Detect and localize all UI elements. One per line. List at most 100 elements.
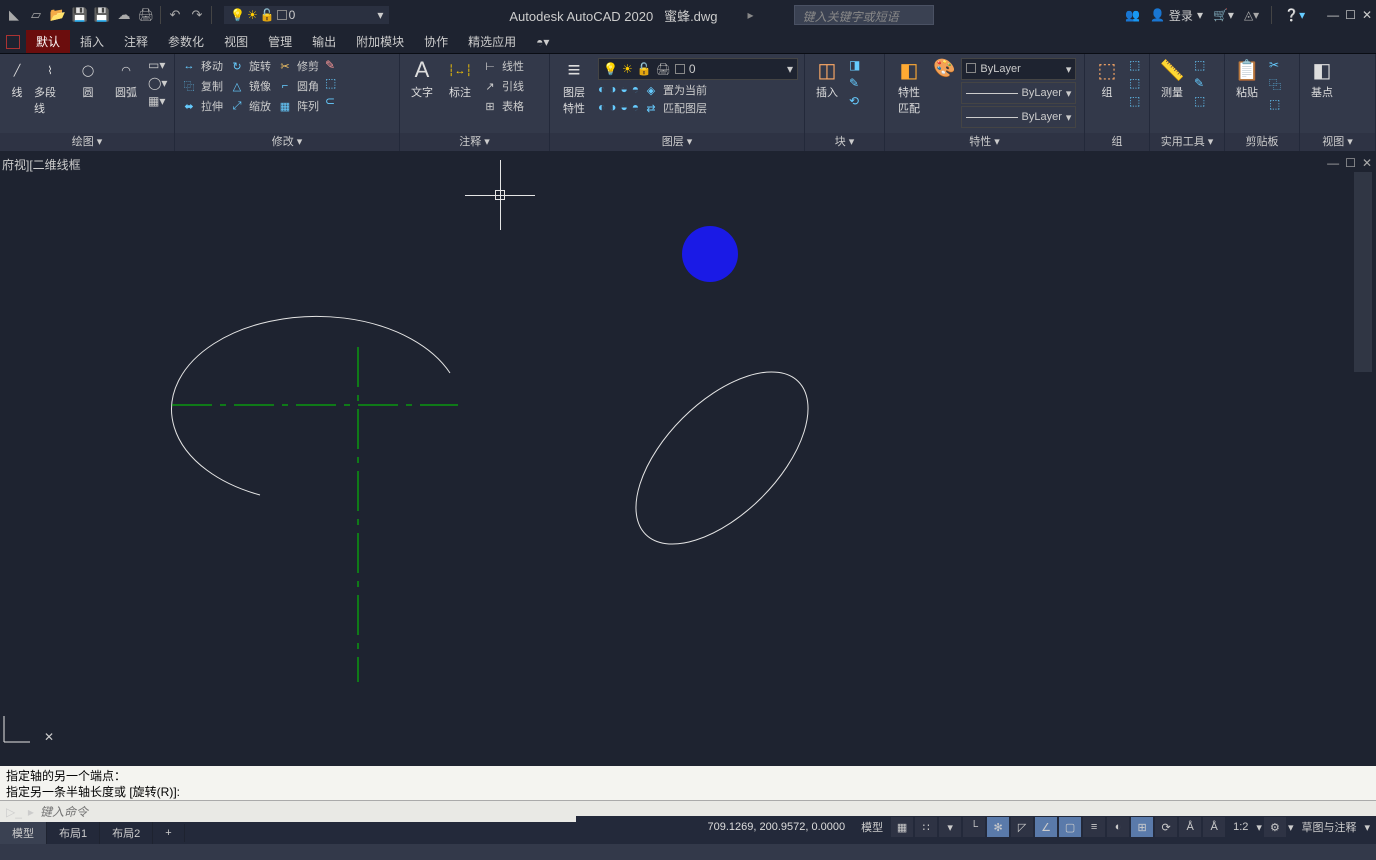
tab-extra-icon[interactable]: ◓▾ <box>526 32 559 52</box>
layer-tool-icon[interactable]: ◐ <box>598 82 605 98</box>
color-wheel-icon[interactable]: 🎨 <box>933 58 955 79</box>
snap-toggle-icon[interactable]: ∷ <box>915 817 937 837</box>
infocenter-icon[interactable]: 👥 <box>1125 8 1140 22</box>
arc-button[interactable]: ◠圆弧 <box>110 58 142 100</box>
measure-button[interactable]: 📏测量 <box>1156 58 1188 100</box>
chevron-down-icon[interactable]: ▾ <box>1288 821 1294 834</box>
tab-parametric[interactable]: 参数化 <box>158 30 214 53</box>
vp-close-icon[interactable]: ✕ <box>1362 156 1372 170</box>
cmd-chevron-icon[interactable]: ▸ <box>28 805 34 819</box>
chevron-down-icon[interactable]: ▾ <box>1256 821 1262 834</box>
layout2-tab[interactable]: 布局2 <box>100 822 153 844</box>
copy-button[interactable]: ⿻复制 <box>181 78 223 94</box>
layer-tool-icon[interactable]: ◒ <box>621 100 628 116</box>
clip-tool-icon[interactable]: ⬚ <box>1269 97 1281 111</box>
panel-layers-title[interactable]: 图层 ▾ <box>550 133 804 151</box>
saveas-icon[interactable]: 💾 <box>92 5 112 25</box>
layer-props-button[interactable]: ≡图层 特性 <box>556 58 592 116</box>
vp-max-icon[interactable]: ☐ <box>1345 156 1356 170</box>
panel-annotate-title[interactable]: 注释 ▾ <box>400 133 549 151</box>
rect-icon[interactable]: ▭▾ <box>148 58 167 72</box>
set-current-button[interactable]: ◈置为当前 <box>643 82 707 98</box>
group-tool-icon[interactable]: ⬚ <box>1129 94 1140 108</box>
util-tool-icon[interactable]: ✎ <box>1194 76 1205 90</box>
ellipse-icon[interactable]: ◯▾ <box>148 76 167 90</box>
login-button[interactable]: 👤 登录 ▾ <box>1150 7 1203 24</box>
tab-manage[interactable]: 管理 <box>258 30 302 53</box>
settings-icon[interactable]: ⚙ <box>1264 817 1286 837</box>
undo-icon[interactable]: ↶ <box>165 5 185 25</box>
otrack-toggle-icon[interactable]: ▢ <box>1059 817 1081 837</box>
polar-toggle-icon[interactable]: ✻ <box>987 817 1009 837</box>
circle-button[interactable]: ◯圆 <box>72 58 104 100</box>
panel-modify-title[interactable]: 修改 ▾ <box>175 133 399 151</box>
cloud-icon[interactable]: ☁ <box>114 5 134 25</box>
panel-clipboard-title[interactable]: 剪贴板 <box>1225 133 1299 151</box>
copy-icon[interactable]: ⿻ <box>1269 76 1281 93</box>
panel-draw-title[interactable]: 绘图 ▾ <box>0 133 174 151</box>
mirror-button[interactable]: △镜像 <box>229 78 271 94</box>
erase-icon[interactable]: ✎ <box>325 58 336 72</box>
insert-block-button[interactable]: ◫插入 <box>811 58 843 100</box>
move-button[interactable]: ↔移动 <box>181 58 223 74</box>
layer-tool-icon[interactable]: ◐ <box>598 100 605 116</box>
block-tool-icon[interactable]: ⟲ <box>849 94 860 108</box>
search-input[interactable]: 键入关键字或短语 <box>794 5 934 25</box>
layer-tool-icon[interactable]: ◒ <box>621 82 628 98</box>
new-icon[interactable]: ▱ <box>26 5 46 25</box>
viewport-label[interactable]: 府视][二维线框 <box>2 156 81 173</box>
panel-group-title[interactable]: 组 <box>1085 133 1149 151</box>
trim-button[interactable]: ✂修剪 <box>277 58 319 74</box>
workspace-label[interactable]: 草图与注释 <box>1295 819 1362 835</box>
layer-tool-icon[interactable]: ◑ <box>609 100 616 116</box>
hatch-icon[interactable]: ▦▾ <box>148 94 167 108</box>
app-menu-icon[interactable]: ◣ <box>4 5 24 25</box>
match-props-button[interactable]: ◧特性 匹配 <box>891 58 927 116</box>
cut-icon[interactable]: ✂ <box>1269 58 1281 72</box>
tab-insert[interactable]: 插入 <box>70 30 114 53</box>
tab-featured[interactable]: 精选应用 <box>458 30 526 53</box>
maximize-icon[interactable]: ☐ <box>1345 8 1356 22</box>
infer-toggle-icon[interactable]: ▾ <box>939 817 961 837</box>
util-tool-icon[interactable]: ⬚ <box>1194 94 1205 108</box>
layer-tool-icon[interactable]: ◓ <box>632 82 639 98</box>
array-button[interactable]: ▦阵列 <box>277 98 319 114</box>
group-tool-icon[interactable]: ⬚ <box>1129 58 1140 72</box>
paste-button[interactable]: 📋粘贴 <box>1231 58 1263 100</box>
linetype-button[interactable]: ⊢线性 <box>482 58 524 74</box>
linetype-dropdown[interactable]: ByLayer▾ <box>961 106 1076 128</box>
offset-icon[interactable]: ⊂ <box>325 94 336 108</box>
transparency-icon[interactable]: ◐ <box>1107 817 1129 837</box>
anno-scale-icon[interactable]: Å <box>1179 817 1201 837</box>
chevron-down-icon[interactable]: ▾ <box>1364 821 1370 834</box>
table-button[interactable]: ⊞表格 <box>482 98 524 114</box>
centerline-entity[interactable] <box>172 347 462 687</box>
fillet-button[interactable]: ⌐圆角 <box>277 78 319 94</box>
scale-label[interactable]: 1:2 <box>1227 821 1254 833</box>
ortho-toggle-icon[interactable]: └ <box>963 817 985 837</box>
vp-min-icon[interactable]: — <box>1327 156 1339 170</box>
model-tab[interactable]: 模型 <box>0 822 47 844</box>
sys-box-icon[interactable] <box>6 35 20 49</box>
tab-view[interactable]: 视图 <box>214 30 258 53</box>
nav-bar[interactable] <box>1354 172 1372 372</box>
color-dropdown[interactable]: ByLayer▾ <box>961 58 1076 80</box>
tab-output[interactable]: 输出 <box>302 30 346 53</box>
blue-circle-entity[interactable] <box>680 224 740 284</box>
group-tool-icon[interactable]: ⬚ <box>1129 76 1140 90</box>
lwt-toggle-icon[interactable]: ≡ <box>1083 817 1105 837</box>
open-icon[interactable]: 📂 <box>48 5 68 25</box>
iso-toggle-icon[interactable]: ◸ <box>1011 817 1033 837</box>
block-tool-icon[interactable]: ✎ <box>849 76 860 90</box>
layer-dropdown[interactable]: 💡 ☀ 🔓 🖨 0 ▾ <box>598 58 798 80</box>
layer-tool-icon[interactable]: ◓ <box>632 100 639 116</box>
sc-toggle-icon[interactable]: ⊞ <box>1131 817 1153 837</box>
block-tool-icon[interactable]: ◨ <box>849 58 860 72</box>
cycle-icon[interactable]: ⟳ <box>1155 817 1177 837</box>
rotate-button[interactable]: ↻旋转 <box>229 58 271 74</box>
anno-vis-icon[interactable]: Å <box>1203 817 1225 837</box>
app-exchange-icon[interactable]: ◬▾ <box>1244 8 1259 22</box>
tab-collab[interactable]: 协作 <box>414 30 458 53</box>
minimize-icon[interactable]: — <box>1327 8 1339 22</box>
ellipse-entity[interactable] <box>612 350 832 570</box>
